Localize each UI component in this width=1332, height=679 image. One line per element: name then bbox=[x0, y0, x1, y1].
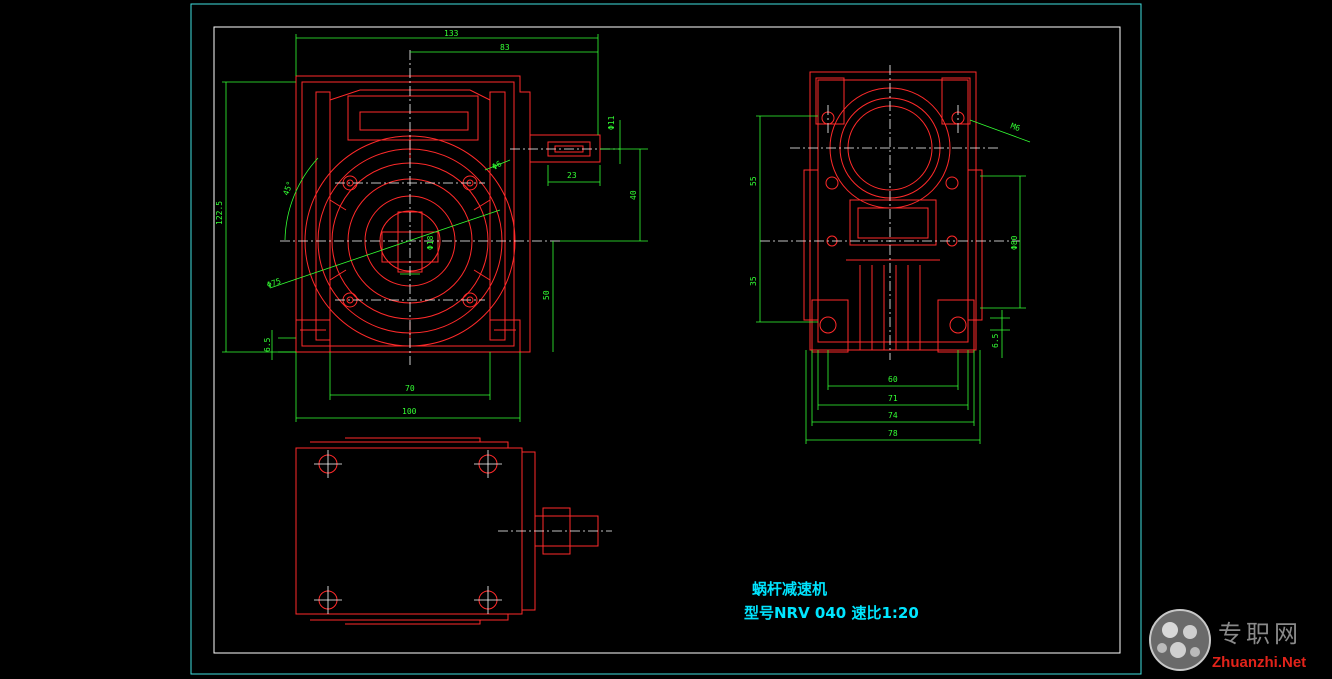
dim-100: 100 bbox=[402, 407, 417, 416]
dim-122-5: 122.5 bbox=[215, 201, 224, 225]
dim-phi18: Φ18 bbox=[426, 235, 435, 250]
dim-50: 50 bbox=[542, 290, 551, 300]
front-centerlines bbox=[280, 50, 620, 365]
dim-60: 60 bbox=[888, 375, 898, 384]
inner-frame bbox=[213, 26, 1121, 654]
dim-phi80: Φ80 bbox=[1010, 235, 1019, 250]
dim-m6: M6 bbox=[1009, 121, 1021, 133]
dim-83: 83 bbox=[500, 43, 510, 52]
drawing-title: 蜗杆减速机 bbox=[752, 580, 827, 598]
cad-drawing: 133 83 Φ11 Φ6 23 40 122.5 45° Φ18 Φ75 50… bbox=[190, 3, 1306, 675]
dim-phi6: Φ6 bbox=[491, 159, 504, 172]
watermark: 专职网 Zhuanzhi.Net bbox=[1149, 609, 1306, 671]
front-dim-labels: 133 83 Φ11 Φ6 23 40 122.5 45° Φ18 Φ75 50… bbox=[215, 29, 638, 416]
front-dimensions bbox=[222, 34, 648, 422]
dim-side-6-5: 6.5 bbox=[991, 333, 1000, 348]
dim-133: 133 bbox=[444, 29, 459, 38]
dim-23: 23 bbox=[567, 171, 577, 180]
side-view bbox=[803, 71, 983, 353]
dim-74: 74 bbox=[888, 411, 898, 420]
dim-55: 55 bbox=[749, 176, 758, 186]
top-centerlines bbox=[314, 450, 612, 614]
side-centerlines bbox=[760, 65, 1020, 360]
watermark-logo bbox=[1149, 609, 1211, 671]
drawing-model: 型号NRV 040 速比1:20 bbox=[744, 604, 919, 622]
dim-40: 40 bbox=[629, 190, 638, 200]
front-view bbox=[295, 75, 601, 353]
dim-70: 70 bbox=[405, 384, 415, 393]
dim-6-5: 6.5 bbox=[263, 337, 272, 352]
watermark-en: Zhuanzhi.Net bbox=[1212, 654, 1306, 671]
dim-phi75: Φ75 bbox=[266, 276, 283, 289]
dim-78: 78 bbox=[888, 429, 898, 438]
dim-71: 71 bbox=[888, 394, 898, 403]
side-dim-labels: M6 55 35 Φ80 6.5 60 71 74 78 bbox=[749, 121, 1022, 438]
dim-45-deg: 45° bbox=[281, 180, 294, 197]
dim-phi11: Φ11 bbox=[607, 115, 616, 130]
dim-35: 35 bbox=[749, 276, 758, 286]
watermark-cn: 专职网 bbox=[1218, 620, 1302, 648]
